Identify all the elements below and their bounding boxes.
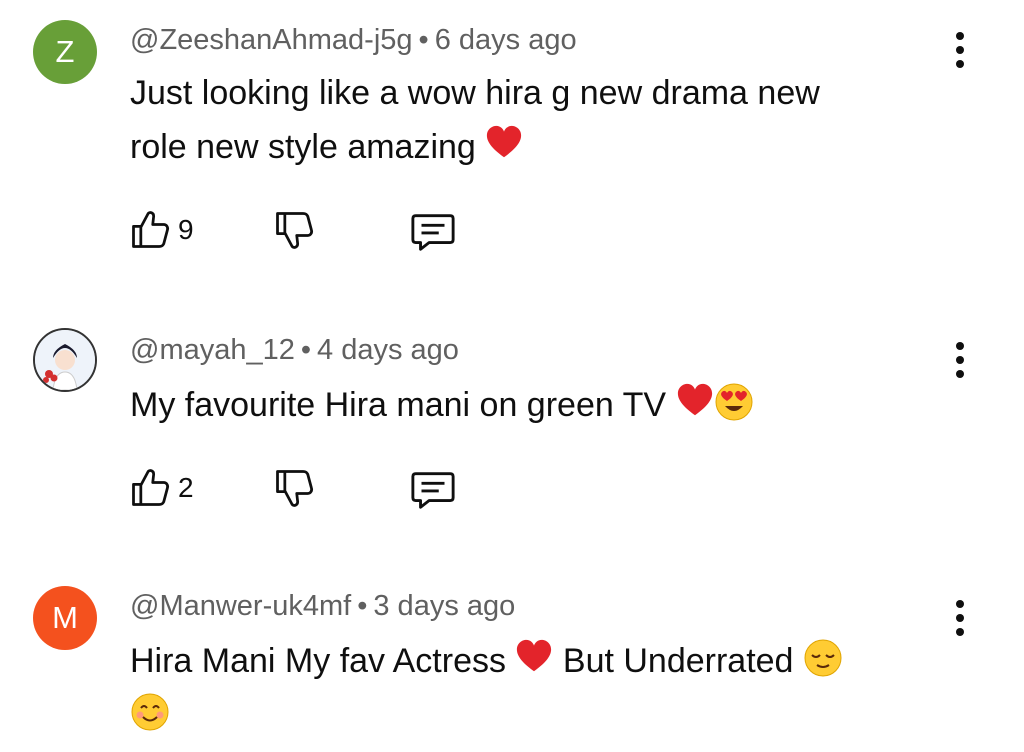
like-button[interactable]: 9 <box>128 208 194 252</box>
author-handle[interactable]: @ZeeshanAhmad-j5g <box>130 24 413 56</box>
comment-header: @mayah_12 • 4 days ago <box>130 334 459 367</box>
dislike-button[interactable] <box>272 466 316 510</box>
comment-actions: 2 <box>128 466 488 514</box>
comment-text: Just looking like a wow hira g new drama… <box>130 66 920 174</box>
more-vertical-icon[interactable] <box>943 336 977 384</box>
like-count: 2 <box>178 472 194 503</box>
thumbs-up-icon <box>128 466 172 510</box>
like-count: 9 <box>178 214 194 245</box>
comment-text-line: role new style amazing <box>130 120 920 174</box>
thumbs-up-icon <box>128 208 172 252</box>
smiling-face-emoji-icon <box>130 692 170 732</box>
comment-header: @ZeeshanAhmad-j5g • 6 days ago <box>130 24 577 57</box>
dislike-button[interactable] <box>272 208 316 252</box>
comment-text: My favourite Hira mani on green TV <box>130 378 920 432</box>
comment-time[interactable]: 3 days ago <box>373 590 515 622</box>
red-heart-icon <box>485 124 523 162</box>
reply-button[interactable] <box>410 466 456 512</box>
heart-eyes-emoji-icon <box>714 382 754 422</box>
comment-text: Hira Mani My fav Actress But Underrated <box>130 634 920 742</box>
author-handle[interactable]: @Manwer-uk4mf <box>130 590 351 622</box>
relieved-face-emoji-icon <box>803 638 843 678</box>
reply-button[interactable] <box>410 208 456 254</box>
comment-text-line: Just looking like a wow hira g new drama… <box>130 74 820 112</box>
separator-dot: • <box>300 334 312 366</box>
red-heart-icon <box>515 638 553 676</box>
separator-dot: • <box>418 24 429 56</box>
avatar[interactable] <box>33 328 97 392</box>
avatar[interactable]: M <box>33 586 97 650</box>
comment-actions: 9 <box>128 208 488 256</box>
red-heart-icon <box>676 382 714 420</box>
thumbs-down-icon <box>272 208 316 252</box>
more-vertical-icon[interactable] <box>943 26 977 74</box>
thumbs-down-icon <box>272 466 316 510</box>
more-vertical-icon[interactable] <box>943 594 977 642</box>
reply-comment-icon <box>410 466 456 512</box>
comment-text-line: Hira Mani My fav Actress But Underrated <box>130 634 920 688</box>
avatar-letter: Z <box>55 34 75 69</box>
separator-dot: • <box>357 590 368 622</box>
reply-comment-icon <box>410 208 456 254</box>
comment-text-line: My favourite Hira mani on green TV <box>130 378 920 432</box>
comment-header: @Manwer-uk4mf • 3 days ago <box>130 590 515 623</box>
comment-time[interactable]: 4 days ago <box>317 334 459 366</box>
comment-text-line <box>130 688 920 742</box>
comment-time[interactable]: 6 days ago <box>435 24 577 56</box>
avatar-letter: M <box>52 600 78 635</box>
author-handle[interactable]: @mayah_12 <box>130 334 295 366</box>
avatar-image <box>35 330 95 390</box>
avatar[interactable]: Z <box>33 20 97 84</box>
like-button[interactable]: 2 <box>128 466 194 510</box>
